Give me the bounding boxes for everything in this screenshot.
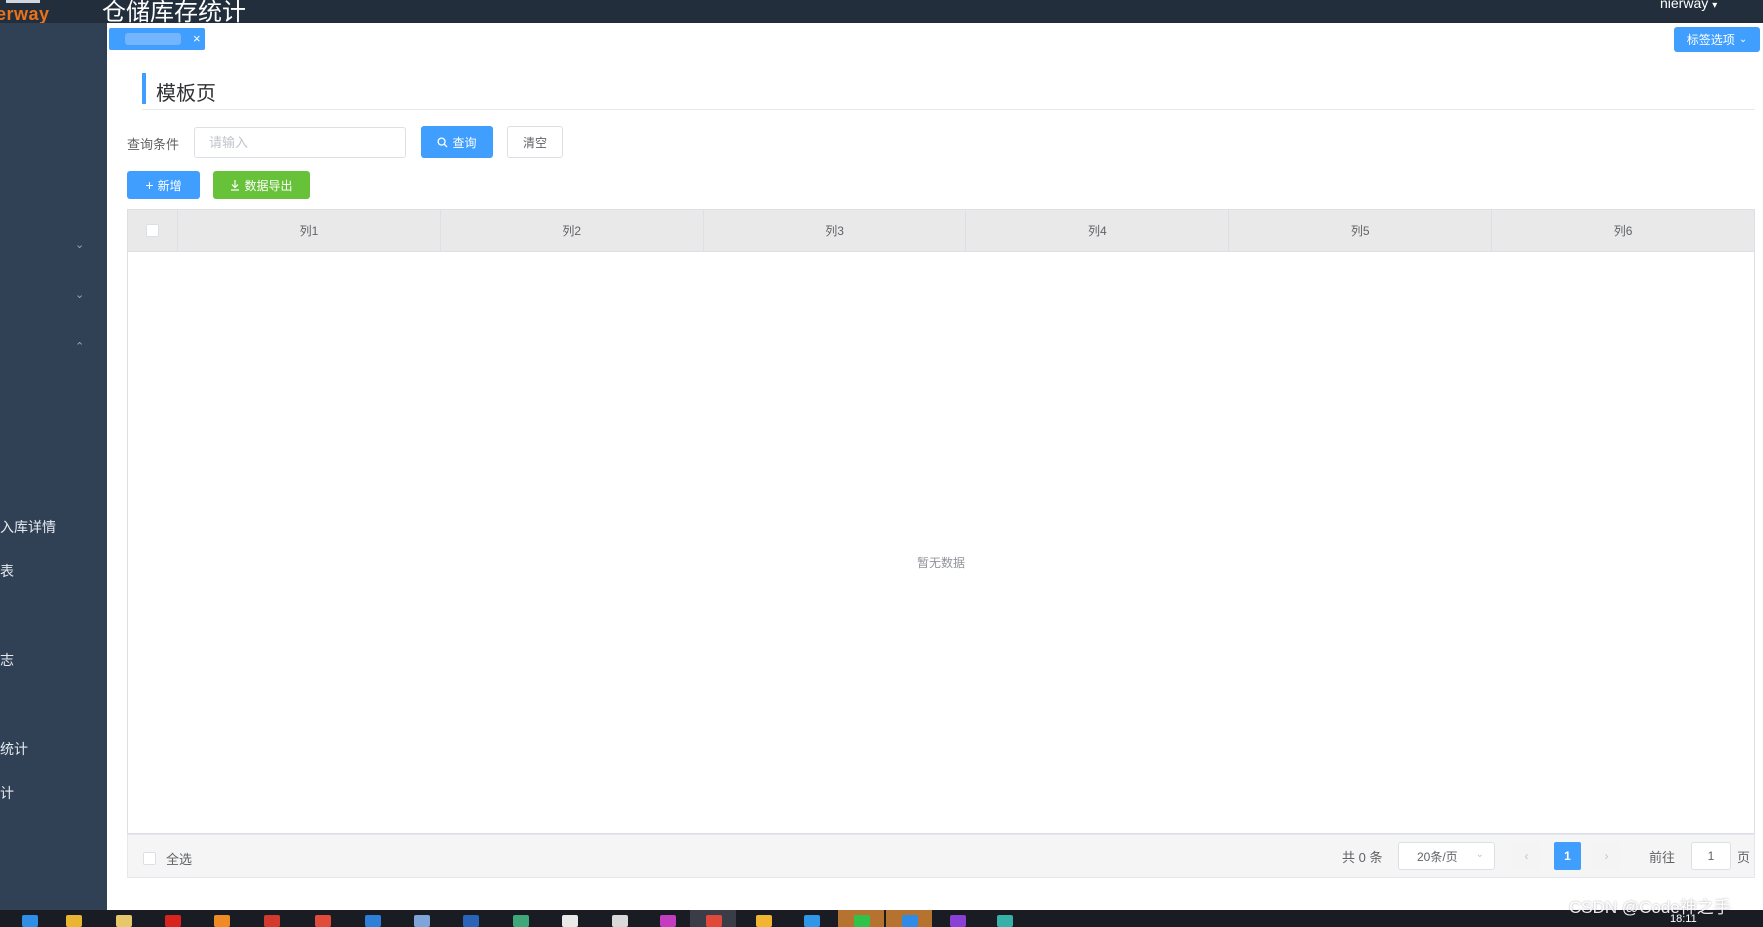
table-header: 列1 列2 列3 列4 列5 列6 <box>128 210 1754 252</box>
chevron-down-icon: ⌄ <box>1738 34 1748 45</box>
sidebar-item-label: 表 <box>0 563 14 579</box>
chevron-left-icon: ‹ <box>1524 849 1529 863</box>
app-icon[interactable] <box>463 915 479 927</box>
add-label: 新增 <box>157 178 182 193</box>
user-menu[interactable]: nierway ▾ <box>1660 0 1717 11</box>
tag-options-label: 标签选项 <box>1686 33 1735 47</box>
app-icon[interactable] <box>950 915 966 927</box>
app-icon[interactable] <box>804 915 820 927</box>
sidebar-item-label: 入库详情 <box>0 519 56 535</box>
app-icon[interactable] <box>902 915 918 927</box>
app-icon[interactable] <box>414 915 430 927</box>
app-icon[interactable] <box>165 915 181 927</box>
query-button[interactable]: 查询 <box>421 126 493 158</box>
page-title: 模板页 <box>156 83 216 105</box>
app-icon[interactable] <box>315 915 331 927</box>
main-content: 模板页 查询条件 查询 清空 + 新增 数据导出 列1 列2 列3 列4 列5 … <box>107 56 1763 910</box>
clear-label: 清空 <box>522 135 547 150</box>
column-header[interactable]: 列1 <box>178 210 441 251</box>
firefox-icon[interactable] <box>214 915 230 927</box>
select-all[interactable]: 全选 <box>143 849 192 868</box>
goto-label: 前往 <box>1649 850 1676 865</box>
wechat-icon[interactable] <box>854 915 870 927</box>
prev-page-button[interactable]: ‹ <box>1513 842 1540 870</box>
page-header: 模板页 <box>142 73 1755 110</box>
chevron-up-icon[interactable]: ⌃ <box>75 340 85 353</box>
tag-active[interactable]: × <box>109 28 205 50</box>
os-taskbar: 18:11 <box>0 910 1763 927</box>
close-icon[interactable]: × <box>193 31 201 47</box>
sidebar: ⌄ ⌄ ⌃ 入库详情 表 志 统计 计 <box>0 23 107 910</box>
empty-table-text: 暂无数据 <box>916 556 965 570</box>
search-icon <box>437 136 449 148</box>
top-header: erway 仓储库存统计 nierway ▾ <box>0 0 1763 26</box>
folder-icon[interactable] <box>66 915 82 927</box>
column-header[interactable]: 列3 <box>704 210 967 251</box>
app-icon[interactable] <box>365 915 381 927</box>
watermark: CSDN @Code神之手 <box>1569 898 1731 917</box>
sidebar-item[interactable]: 统计 <box>0 739 28 759</box>
column-header[interactable]: 列5 <box>1229 210 1493 251</box>
page-number-button[interactable]: 1 <box>1554 842 1581 870</box>
start-icon[interactable] <box>22 915 38 927</box>
column-header[interactable]: 列2 <box>441 210 704 251</box>
hamburger-icon[interactable] <box>6 0 40 3</box>
download-icon <box>231 179 240 191</box>
chevron-right-icon: › <box>1604 849 1609 863</box>
app-icon[interactable] <box>997 915 1013 927</box>
goto-page-input[interactable] <box>1691 842 1731 870</box>
search-input[interactable] <box>194 127 406 158</box>
select-all-footer-checkbox[interactable] <box>143 852 156 865</box>
title-accent-bar <box>142 73 146 104</box>
column-header[interactable]: 列4 <box>966 210 1230 251</box>
header-checkbox-cell <box>128 210 178 251</box>
page-size-value: 20条/页 <box>1417 849 1458 864</box>
filter-label: 查询条件 <box>127 137 180 152</box>
chevron-down-icon[interactable]: ⌄ <box>75 238 85 251</box>
next-page-button[interactable]: › <box>1593 842 1620 870</box>
caret-down-icon: ▾ <box>1712 0 1718 11</box>
app-icon[interactable] <box>513 915 529 927</box>
notes-icon[interactable] <box>116 915 132 927</box>
query-label: 查询 <box>452 135 477 150</box>
export-label: 数据导出 <box>244 178 293 193</box>
tags-view-bar: × 标签选项 ⌄ <box>107 23 1763 56</box>
chevron-down-icon: ⌄ <box>1475 849 1484 860</box>
app-icon[interactable] <box>612 915 628 927</box>
app-logo: erway <box>0 4 50 24</box>
clear-button[interactable]: 清空 <box>507 126 563 158</box>
table-footer: 全选 共 0 条 20条/页 ⌄ ‹ 1 › 前往 页 <box>127 834 1755 878</box>
page-size-select[interactable]: 20条/页 ⌄ <box>1398 842 1495 870</box>
data-table: 列1 列2 列3 列4 列5 列6 暂无数据 <box>127 209 1755 834</box>
select-all-label: 全选 <box>166 852 193 867</box>
tag-label-blurred <box>125 33 181 45</box>
sidebar-item-label: 统计 <box>0 741 28 757</box>
export-button[interactable]: 数据导出 <box>213 171 310 199</box>
add-button[interactable]: + 新增 <box>127 171 200 199</box>
total-count: 共 0 条 <box>1342 850 1383 865</box>
app-icon[interactable] <box>756 915 772 927</box>
app-icon[interactable] <box>264 915 280 927</box>
chevron-down-icon[interactable]: ⌄ <box>75 288 85 301</box>
app-icon[interactable] <box>562 915 578 927</box>
select-all-checkbox[interactable] <box>146 224 159 237</box>
sidebar-item[interactable]: 志 <box>0 650 14 670</box>
chrome-icon[interactable] <box>706 915 722 927</box>
sidebar-item-label: 志 <box>0 652 14 668</box>
user-name: nierway <box>1660 0 1709 11</box>
sidebar-item[interactable]: 计 <box>0 783 14 803</box>
sidebar-item-label: 计 <box>0 785 14 801</box>
tag-options-button[interactable]: 标签选项 ⌄ <box>1674 27 1760 52</box>
plus-icon: + <box>145 177 154 193</box>
column-header[interactable]: 列6 <box>1492 210 1754 251</box>
sidebar-item[interactable]: 表 <box>0 561 14 581</box>
app-icon[interactable] <box>660 915 676 927</box>
sidebar-item[interactable]: 入库详情 <box>0 517 56 537</box>
goto-suffix: 页 <box>1737 850 1751 865</box>
